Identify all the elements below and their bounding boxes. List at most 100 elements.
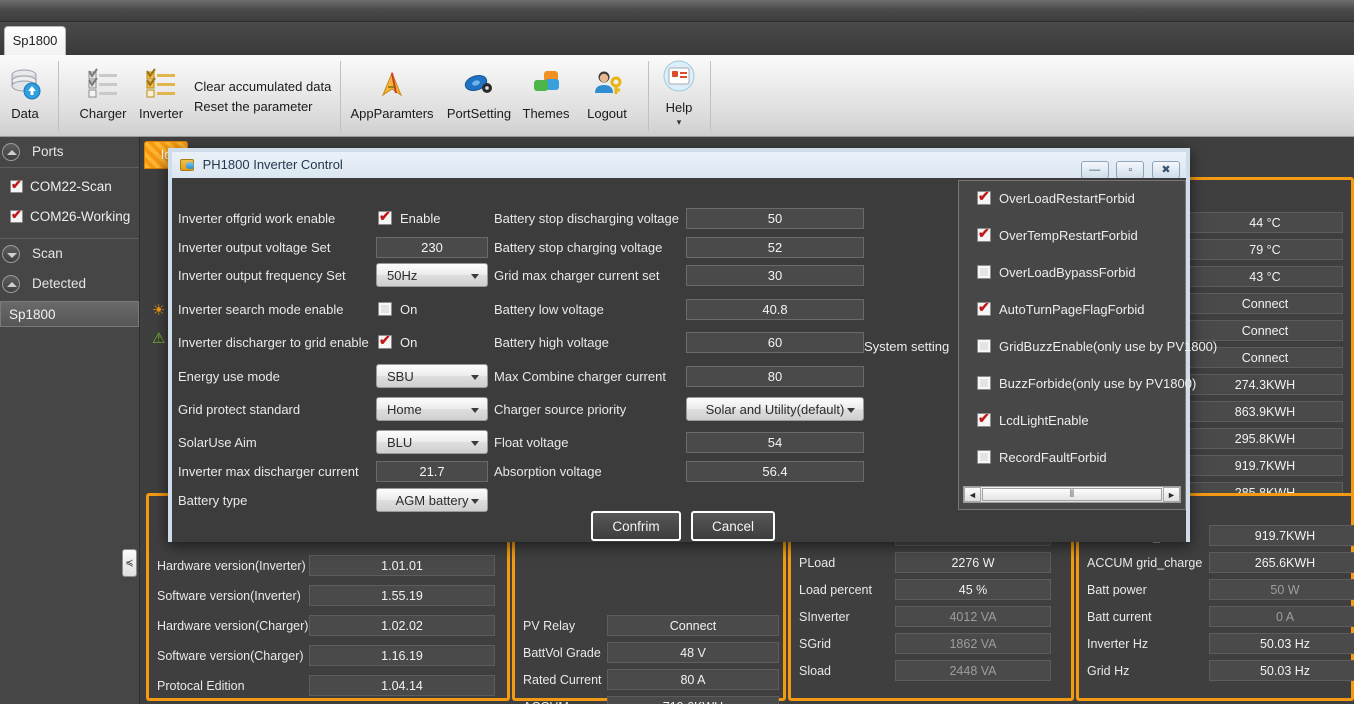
right-value-8[interactable]: 295.8KWH — [1187, 428, 1343, 449]
scrollbar-thumb[interactable]: ⦀ — [982, 488, 1162, 501]
right-value-9[interactable]: 919.7KWH — [1187, 455, 1343, 476]
dialog-checkbox-4[interactable]: On — [378, 332, 417, 351]
sidebar-section-ports[interactable]: Ports — [0, 137, 139, 167]
dialog-mid-input-3[interactable]: 40.8 — [686, 299, 864, 320]
ribbon-button-themes[interactable]: Themes — [518, 67, 574, 121]
dialog-checkbox-3[interactable]: On — [378, 302, 417, 318]
panel-row-value[interactable]: 50.03 Hz — [1209, 633, 1354, 654]
dialog-input-8[interactable]: 21.7 — [376, 461, 488, 482]
chevron-down-icon[interactable] — [471, 441, 479, 446]
dialog-mid-select-6[interactable]: Solar and Utility(default) — [686, 397, 864, 421]
right-value-1[interactable]: 79 °C — [1187, 239, 1343, 260]
system-checkbox-4[interactable]: GridBuzzEnable(only use by PV1800) — [977, 339, 1217, 355]
checkbox-icon[interactable] — [378, 208, 392, 225]
panel-row-value[interactable]: 0 A — [1209, 606, 1354, 627]
ribbon-button-inverter[interactable]: Inverter — [134, 67, 188, 121]
system-checkbox-0[interactable]: OverLoadRestartForbid — [977, 188, 1135, 207]
ribbon-button-logout[interactable]: Logout — [578, 67, 636, 121]
ribbon-button-help[interactable]: Help ▾ — [656, 59, 702, 128]
panel-row-value[interactable]: 50.03 Hz — [1209, 660, 1354, 681]
sidebar-port-com22[interactable]: COM22-Scan — [0, 172, 139, 202]
checkbox-icon[interactable] — [977, 410, 991, 427]
sidebar-section-scan[interactable]: Scan — [0, 239, 139, 269]
dialog-titlebar[interactable]: PH1800 Inverter Control — ▫ ✖ — [172, 152, 1186, 179]
dialog-select-9[interactable]: AGM battery — [376, 488, 488, 512]
panel-row-value[interactable]: 1.01.01 — [309, 555, 495, 576]
document-tab-sp1800[interactable]: Sp1800 — [4, 26, 66, 55]
panel-row-value[interactable]: 2448 VA — [895, 660, 1051, 681]
cancel-button[interactable]: Cancel — [691, 511, 775, 541]
panel-row-value[interactable]: Connect — [607, 615, 779, 636]
panel-row-value[interactable]: 4012 VA — [895, 606, 1051, 627]
dialog-mid-input-5[interactable]: 80 — [686, 366, 864, 387]
right-value-0[interactable]: 44 °C — [1187, 212, 1343, 233]
system-checkbox-5[interactable]: BuzzForbide(only use by PV1800) — [977, 376, 1196, 392]
chevron-up-icon[interactable] — [2, 143, 20, 161]
chevron-down-icon[interactable] — [471, 274, 479, 279]
panel-row-value[interactable]: 265.6KWH — [1209, 552, 1354, 573]
sidebar-section-detected[interactable]: Detected — [0, 269, 139, 299]
ribbon-button-portsetting[interactable]: PortSetting — [440, 67, 518, 121]
panel-row-value[interactable]: 1.16.19 — [309, 645, 495, 666]
panel-row-value[interactable]: 45 % — [895, 579, 1051, 600]
system-checkbox-1[interactable]: OverTempRestartForbid — [977, 225, 1138, 244]
chevron-down-icon[interactable] — [2, 245, 20, 263]
checkbox-icon[interactable] — [977, 339, 991, 353]
dialog-mid-input-4[interactable]: 60 — [686, 332, 864, 353]
chevron-down-icon[interactable] — [471, 375, 479, 380]
checkbox-icon[interactable] — [378, 332, 392, 349]
dialog-checkbox-0[interactable]: Enable — [378, 208, 440, 227]
maximize-icon[interactable]: ▫ — [1116, 161, 1145, 179]
dialog-select-2[interactable]: 50Hz — [376, 263, 488, 287]
panel-row-value[interactable]: 50 W — [1209, 579, 1354, 600]
right-value-3[interactable]: Connect — [1187, 293, 1343, 314]
scroll-left-arrow-icon[interactable]: ◄ — [964, 487, 981, 502]
confirm-button[interactable]: Confrim — [591, 511, 681, 541]
right-value-4[interactable]: Connect — [1187, 320, 1343, 341]
sidebar-port-com26[interactable]: COM26-Working — [0, 202, 139, 232]
checkbox-icon[interactable] — [977, 225, 991, 242]
panel-row-value[interactable]: 1862 VA — [895, 633, 1051, 654]
ribbon-button-data[interactable]: Data — [4, 67, 46, 121]
panel-row-value[interactable]: 48 V — [607, 642, 779, 663]
right-value-7[interactable]: 863.9KWH — [1187, 401, 1343, 422]
checkbox-icon[interactable] — [977, 188, 991, 205]
dialog-mid-input-7[interactable]: 54 — [686, 432, 864, 453]
chevron-down-icon[interactable] — [847, 408, 855, 413]
dialog-mid-input-2[interactable]: 30 — [686, 265, 864, 286]
dialog-mid-input-8[interactable]: 56.4 — [686, 461, 864, 482]
dialog-select-6[interactable]: Home — [376, 397, 488, 421]
scroll-right-arrow-icon[interactable]: ► — [1163, 487, 1180, 502]
system-checkbox-2[interactable]: OverLoadBypassForbid — [977, 265, 1136, 281]
chevron-down-icon[interactable] — [471, 499, 479, 504]
checkbox-icon[interactable] — [977, 265, 991, 279]
chevron-up-icon[interactable] — [2, 275, 20, 293]
checkbox-icon[interactable] — [10, 177, 23, 193]
right-value-2[interactable]: 43 °C — [1187, 266, 1343, 287]
panel-row-value[interactable]: 1.02.02 — [309, 615, 495, 636]
checkbox-icon[interactable] — [378, 302, 392, 316]
ribbon-action-reset-the-parameter[interactable]: Reset the parameter — [194, 97, 331, 117]
ribbon-text-actions[interactable]: Clear accumulated data Reset the paramet… — [194, 77, 331, 117]
checkbox-icon[interactable] — [977, 376, 991, 390]
system-checkbox-7[interactable]: RecordFaultForbid — [977, 450, 1107, 466]
sidebar-collapse-button[interactable]: ≼ — [122, 549, 137, 577]
right-value-6[interactable]: 274.3KWH — [1187, 374, 1343, 395]
dialog-mid-input-1[interactable]: 52 — [686, 237, 864, 258]
panel-row-value[interactable]: 919.7KWH — [1209, 525, 1354, 546]
ribbon-button-appparamters[interactable]: AppParamters — [346, 67, 438, 121]
panel-row-value[interactable]: 1.55.19 — [309, 585, 495, 606]
chevron-down-icon[interactable]: ▾ — [656, 117, 702, 128]
minimize-icon[interactable]: — — [1080, 161, 1109, 179]
sidebar-device-sp1800[interactable]: Sp1800 — [0, 301, 139, 327]
dialog-mid-input-0[interactable]: 50 — [686, 208, 864, 229]
checkbox-icon[interactable] — [10, 207, 23, 223]
dialog-input-1[interactable]: 230 — [376, 237, 488, 258]
system-checkbox-6[interactable]: LcdLightEnable — [977, 410, 1089, 429]
checkbox-icon[interactable] — [977, 450, 991, 464]
panel-row-value[interactable]: 1.04.14 — [309, 675, 495, 696]
dialog-select-7[interactable]: BLU — [376, 430, 488, 454]
checkbox-icon[interactable] — [977, 299, 991, 316]
panel-row-value[interactable]: 80 A — [607, 669, 779, 690]
chevron-down-icon[interactable] — [471, 408, 479, 413]
